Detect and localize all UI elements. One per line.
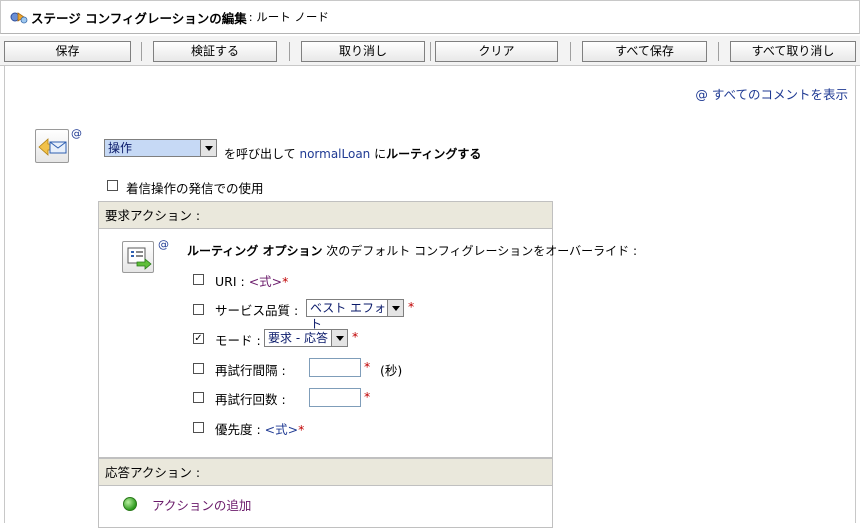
chevron-down-icon (331, 330, 347, 346)
request-actions-header: 要求アクション : (99, 202, 552, 229)
uri-row: URI : <式>* (215, 271, 288, 290)
title-bar: ステージ コンフィグレーションの編集 : ルート ノード (0, 0, 860, 34)
operation-select[interactable]: 操作 (104, 139, 217, 157)
routing-options-description: 次のデフォルト コンフィグレーションをオーバーライド : (326, 244, 638, 258)
routing-envelope-icon (38, 138, 67, 156)
show-all-comments-link[interactable]: @ すべてのコメントを表示 (695, 84, 848, 103)
retry-count-input[interactable] (309, 388, 361, 407)
retry-interval-unit: (秒) (380, 363, 403, 378)
routing-action-icon[interactable] (35, 129, 69, 163)
chevron-down-icon (200, 140, 216, 156)
response-actions-header: 応答アクション : (99, 459, 552, 486)
mode-checkbox[interactable]: ✓ (193, 333, 204, 344)
clear-button[interactable]: クリア (435, 41, 558, 62)
chevron-down-icon (387, 300, 403, 316)
routing-sentence: を呼び出して normalLoan にルーティングする (224, 145, 481, 162)
retry-count-checkbox[interactable] (193, 392, 204, 403)
required-mark: * (364, 389, 371, 404)
required-mark: * (364, 359, 371, 374)
show-all-comments-label: すべてのコメントを表示 (711, 87, 848, 102)
toolbar: 保存 検証する 取り消し クリア すべて保存 すべて取り消し (0, 36, 860, 66)
page-title: ステージ コンフィグレーションの編集 (31, 10, 247, 26)
retry-interval-input[interactable] (309, 358, 361, 377)
uri-checkbox[interactable] (193, 274, 204, 285)
routing-options-comment-icon[interactable]: @ (158, 238, 169, 251)
response-actions-panel: 応答アクション : (98, 458, 553, 528)
stage-config-icon (10, 12, 28, 24)
use-inbound-operation-checkbox[interactable] (107, 180, 118, 191)
check-icon: ✓ (194, 333, 203, 344)
cancel-button[interactable]: 取り消し (301, 41, 425, 62)
toolbar-separator (141, 42, 142, 61)
routing-options-heading: ルーティング オプション 次のデフォルト コンフィグレーションをオーバーライド … (187, 242, 637, 259)
save-all-button[interactable]: すべて保存 (582, 41, 707, 62)
required-mark: * (408, 299, 415, 314)
priority-checkbox[interactable] (193, 422, 204, 433)
comment-at-icon: @ (695, 87, 708, 102)
use-inbound-operation-label: 着信操作の発信での使用 (126, 181, 264, 196)
mode-select[interactable]: 要求 - 応答 (264, 329, 348, 347)
priority-label: 優先度 : (215, 422, 261, 437)
qos-select[interactable]: ベスト エフォート (306, 299, 404, 331)
retry-interval-label: 再試行間隔 : (215, 363, 286, 378)
routing-options-icon[interactable] (122, 241, 154, 273)
required-mark: * (352, 329, 359, 344)
page-subtitle: : ルート ノード (248, 10, 329, 24)
required-mark: * (282, 274, 289, 289)
qos-label: サービス品質 : (215, 303, 299, 318)
cancel-all-button[interactable]: すべて取り消し (730, 41, 856, 62)
uri-expression-link[interactable]: <式> (249, 274, 282, 289)
routing-options-bold: ルーティング オプション (187, 244, 323, 258)
routing-text-strong: ルーティングする (386, 147, 482, 161)
add-action-link[interactable]: アクションの追加 (152, 495, 251, 514)
routing-options-glyph-icon (127, 247, 152, 270)
routing-text-pre: を呼び出して (224, 147, 296, 161)
save-button[interactable]: 保存 (4, 41, 131, 62)
toolbar-separator (718, 42, 719, 61)
qos-checkbox[interactable] (193, 304, 204, 315)
routing-text-ni: に (374, 147, 387, 161)
service-link[interactable]: normalLoan (299, 147, 370, 161)
required-mark: * (298, 422, 305, 437)
priority-row: 優先度 : <式>* (215, 419, 304, 438)
toolbar-separator (430, 42, 431, 61)
add-action-icon[interactable] (123, 497, 137, 511)
routing-comment-icon[interactable]: @ (71, 127, 82, 140)
retry-interval-checkbox[interactable] (193, 363, 204, 374)
toolbar-separator (289, 42, 290, 61)
operation-select-value: 操作 (108, 141, 133, 155)
mode-label: モード : (215, 333, 261, 348)
toolbar-separator (570, 42, 571, 61)
validate-button[interactable]: 検証する (153, 41, 277, 62)
retry-count-label: 再試行回数 : (215, 392, 286, 407)
priority-expression-link[interactable]: <式> (265, 422, 298, 437)
mode-select-value: 要求 - 応答 (268, 331, 328, 345)
uri-label: URI : (215, 274, 245, 289)
